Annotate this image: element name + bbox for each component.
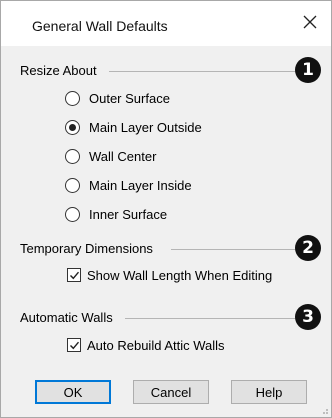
callout-1: 1	[295, 57, 321, 83]
radio-wall-center-button[interactable]	[65, 148, 80, 164]
auto-rebuild-attic-walls-checkbox[interactable]	[67, 338, 81, 352]
temporary-dimensions-label: Temporary Dimensions	[20, 241, 153, 256]
callout-2: 2	[295, 235, 321, 261]
radio-main-layer-outside-label: Main Layer Outside	[89, 119, 202, 135]
general-wall-defaults-dialog: General Wall Defaults Resize About 1 Out…	[0, 0, 332, 418]
radio-wall-center[interactable]: Wall Center	[65, 146, 156, 166]
show-wall-length-checkbox-row[interactable]: Show Wall Length When Editing	[67, 265, 272, 285]
radio-main-layer-outside[interactable]: Main Layer Outside	[65, 117, 202, 137]
close-icon[interactable]	[299, 11, 321, 33]
radio-outer-surface-label: Outer Surface	[89, 90, 170, 106]
auto-rebuild-attic-walls-checkbox-row[interactable]: Auto Rebuild Attic Walls	[67, 335, 225, 355]
show-wall-length-checkbox[interactable]	[67, 268, 81, 282]
callout-3: 3	[295, 304, 321, 330]
resize-about-divider	[109, 71, 297, 72]
automatic-walls-divider	[125, 318, 297, 319]
resize-grip-icon[interactable]	[319, 405, 329, 415]
dialog-title: General Wall Defaults	[32, 18, 168, 34]
radio-outer-surface-button[interactable]	[65, 90, 80, 106]
resize-about-label: Resize About	[20, 63, 97, 78]
radio-outer-surface[interactable]: Outer Surface	[65, 88, 170, 108]
radio-inner-surface[interactable]: Inner Surface	[65, 204, 167, 224]
auto-rebuild-attic-walls-label: Auto Rebuild Attic Walls	[87, 337, 225, 353]
radio-main-layer-outside-button[interactable]	[65, 119, 80, 135]
radio-main-layer-inside[interactable]: Main Layer Inside	[65, 175, 192, 195]
show-wall-length-label: Show Wall Length When Editing	[87, 267, 273, 283]
radio-main-layer-inside-button[interactable]	[65, 177, 80, 193]
radio-inner-surface-button[interactable]	[65, 206, 80, 222]
help-button[interactable]: Help	[231, 380, 307, 404]
title-bar: General Wall Defaults	[1, 1, 331, 46]
automatic-walls-label: Automatic Walls	[20, 310, 113, 325]
temporary-dimensions-divider	[171, 249, 297, 250]
radio-main-layer-inside-label: Main Layer Inside	[89, 177, 192, 193]
radio-wall-center-label: Wall Center	[89, 148, 157, 164]
cancel-button[interactable]: Cancel	[133, 380, 209, 404]
ok-button[interactable]: OK	[35, 380, 111, 404]
radio-inner-surface-label: Inner Surface	[89, 206, 168, 222]
